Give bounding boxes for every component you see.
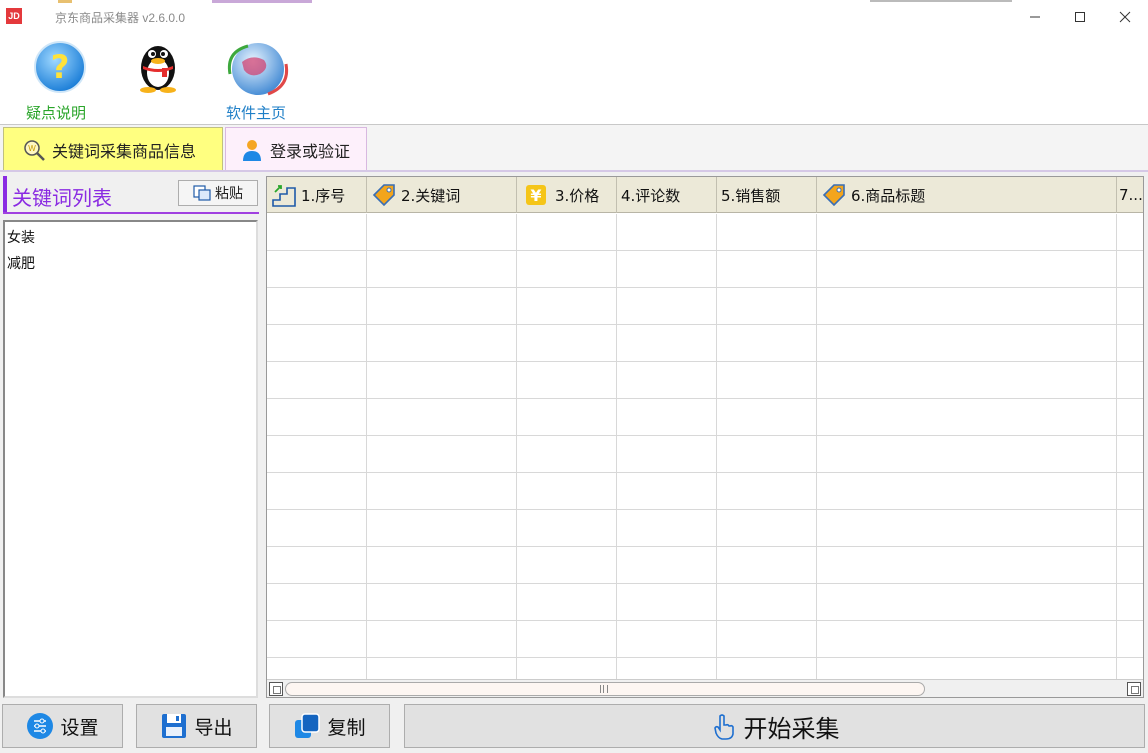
toolbar: ? 疑点说明 软件主页 xyxy=(0,34,1148,124)
svg-text:¥: ¥ xyxy=(530,186,541,205)
column-header-reviews[interactable]: 4.评论数 xyxy=(617,177,717,213)
grid-row-line xyxy=(267,324,1143,325)
taskbar-strip xyxy=(870,0,1012,2)
grid-row-line xyxy=(267,583,1143,584)
paste-button[interactable]: 粘贴 xyxy=(178,180,258,206)
grid-row-line xyxy=(267,620,1143,621)
scroll-thumb[interactable] xyxy=(285,682,925,696)
column-label: 2.关键词 xyxy=(401,186,461,205)
accent-bar xyxy=(3,176,7,212)
magnifier-icon: W xyxy=(22,138,46,162)
keyword-panel-header: 关键词列表 粘贴 xyxy=(3,176,259,214)
qq-penguin-icon xyxy=(140,46,176,93)
settings-button[interactable]: 设置 xyxy=(2,704,123,748)
column-label: 7... xyxy=(1119,186,1143,204)
keyword-textarea[interactable]: 女装 减肥 xyxy=(3,220,258,698)
column-header-title[interactable]: 6.商品标题 xyxy=(817,177,1117,213)
tab-label: 登录或验证 xyxy=(270,141,351,161)
maximize-icon xyxy=(1075,12,1085,22)
qq-tool-button[interactable] xyxy=(134,38,182,98)
close-icon xyxy=(1119,11,1131,23)
stairs-icon xyxy=(271,182,297,208)
horizontal-scrollbar[interactable] xyxy=(267,679,1143,697)
results-grid[interactable]: 1.序号 2.关键词 ¥ 3.价格 4.评论数 5.销售额 6.商品标题 7..… xyxy=(266,176,1144,698)
window-title: 京东商品采集器 v2.6.0.0 xyxy=(55,11,186,25)
paste-label: 粘贴 xyxy=(215,186,243,202)
column-label: 6.商品标题 xyxy=(851,186,926,205)
minimize-button[interactable] xyxy=(1012,0,1058,34)
copy-icon xyxy=(293,712,321,740)
svg-text:W: W xyxy=(28,144,36,153)
pointing-hand-icon xyxy=(710,712,738,740)
svg-text:?: ? xyxy=(51,48,70,86)
grid-row-line xyxy=(267,398,1143,399)
user-icon xyxy=(240,138,264,162)
keyword-list-title: 关键词列表 xyxy=(12,186,112,210)
homepage-tool-button[interactable]: 软件主页 xyxy=(224,38,294,124)
grid-column-line xyxy=(816,214,817,680)
maximize-button[interactable] xyxy=(1057,0,1103,34)
tab-underline xyxy=(0,170,1148,172)
grid-row-line xyxy=(267,435,1143,436)
title-bar: JD 京东商品采集器 v2.6.0.0 xyxy=(0,0,1148,34)
minimize-icon xyxy=(1030,16,1040,18)
sliders-icon xyxy=(26,712,54,740)
start-collect-button[interactable]: 开始采集 xyxy=(404,704,1145,748)
grid-column-line xyxy=(716,214,717,680)
paste-icon xyxy=(193,185,211,201)
scroll-grip-icon xyxy=(600,685,608,693)
copy-label: 复制 xyxy=(327,716,366,739)
grid-column-line xyxy=(1116,214,1117,680)
app-logo-icon: JD xyxy=(6,8,22,24)
export-label: 导出 xyxy=(194,716,233,739)
column-label: 5.销售额 xyxy=(721,186,781,205)
settings-label: 设置 xyxy=(60,716,99,739)
tab-label: 关键词采集商品信息 xyxy=(52,141,197,161)
help-label: 疑点说明 xyxy=(26,104,87,122)
column-header-price[interactable]: ¥ 3.价格 xyxy=(517,177,617,213)
scroll-right-button[interactable] xyxy=(1127,682,1141,696)
column-header-more[interactable]: 7... xyxy=(1117,177,1143,213)
taskbar-strip xyxy=(58,0,72,3)
tag-icon xyxy=(821,182,847,208)
question-icon: ? xyxy=(34,41,86,93)
tag-icon xyxy=(371,182,397,208)
column-header-index[interactable]: 1.序号 xyxy=(267,177,367,213)
grid-header: 1.序号 2.关键词 ¥ 3.价格 4.评论数 5.销售额 6.商品标题 7..… xyxy=(267,177,1143,213)
grid-row-line xyxy=(267,287,1143,288)
grid-row-line xyxy=(267,546,1143,547)
grid-row-line xyxy=(267,472,1143,473)
export-button[interactable]: 导出 xyxy=(136,704,257,748)
tab-keyword-collect[interactable]: W 关键词采集商品信息 xyxy=(3,127,223,171)
column-label: 1.序号 xyxy=(301,186,346,205)
app-window: JD 京东商品采集器 v2.6.0.0 ? 疑点说明 软件主页 W 关键词采集商… xyxy=(0,0,1148,753)
keyword-item: 女装 xyxy=(7,230,35,246)
grid-row-line xyxy=(267,250,1143,251)
grid-body xyxy=(267,214,1143,680)
homepage-label: 软件主页 xyxy=(226,104,287,122)
grid-column-line xyxy=(516,214,517,680)
tab-bar: W 关键词采集商品信息 登录或验证 xyxy=(0,125,1148,171)
globe-icon xyxy=(227,43,289,96)
grid-column-line xyxy=(616,214,617,680)
column-header-keyword[interactable]: 2.关键词 xyxy=(367,177,517,213)
copy-button[interactable]: 复制 xyxy=(269,704,390,748)
grid-column-line xyxy=(366,214,367,680)
grid-row-line xyxy=(267,509,1143,510)
taskbar-strip xyxy=(212,0,312,3)
close-button[interactable] xyxy=(1102,0,1148,34)
floppy-disk-icon xyxy=(160,712,188,740)
tab-login-verify[interactable]: 登录或验证 xyxy=(225,127,367,171)
grid-row-line xyxy=(267,657,1143,658)
keyword-item: 减肥 xyxy=(7,256,35,272)
start-collect-label: 开始采集 xyxy=(743,714,840,743)
column-label: 4.评论数 xyxy=(621,186,681,205)
scroll-left-button[interactable] xyxy=(269,682,283,696)
keyword-header-underline xyxy=(3,212,259,214)
help-tool-button[interactable]: ? 疑点说明 xyxy=(26,38,92,124)
column-header-sales[interactable]: 5.销售额 xyxy=(717,177,817,213)
column-label: 3.价格 xyxy=(555,186,600,205)
grid-row-line xyxy=(267,361,1143,362)
yen-icon: ¥ xyxy=(523,182,549,208)
